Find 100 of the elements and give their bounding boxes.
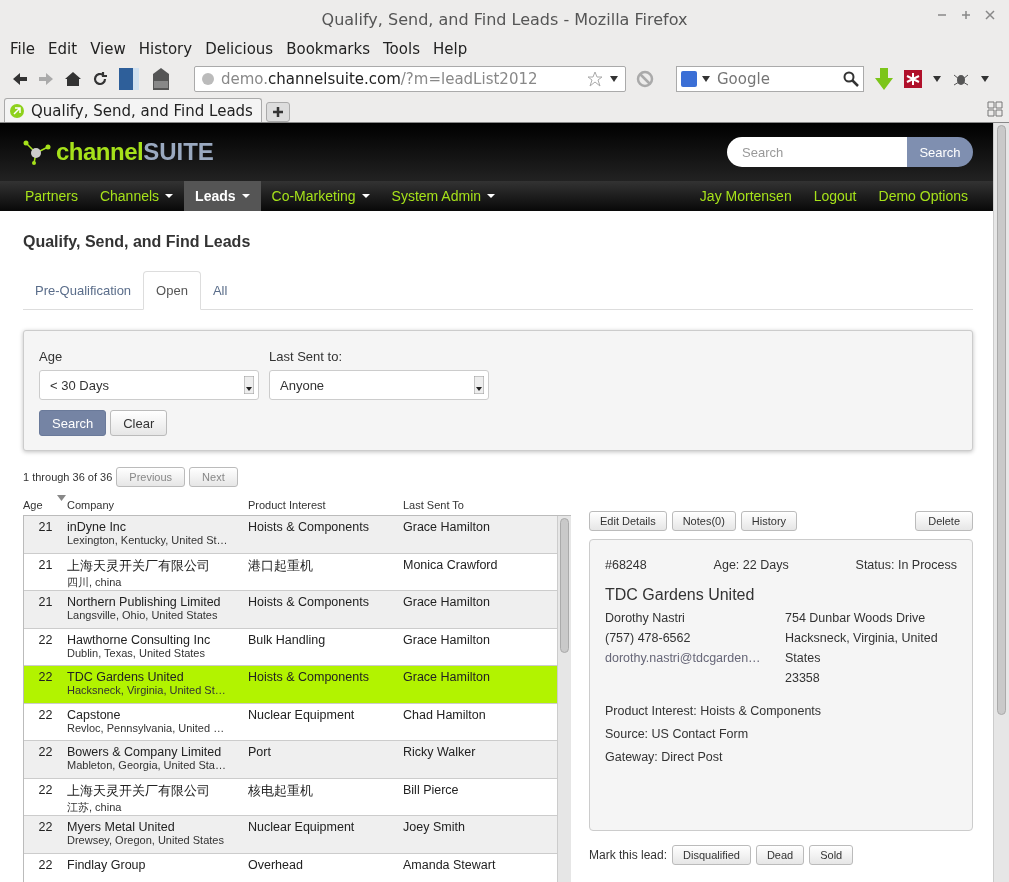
company-cell-text: Hawthorne Consulting Inc: [67, 632, 212, 647]
nav-link[interactable]: Channels: [88, 181, 185, 211]
product-cell-text: Bulk Handling: [248, 632, 327, 649]
address-text: 23358: [785, 670, 821, 687]
url-text: demo.channelsuite.com/?m=leadList2012: [221, 70, 539, 88]
menu-item[interactable]: Help: [432, 40, 468, 58]
menu-item[interactable]: History: [138, 40, 193, 58]
company-cell-text: Northern Publishing Limited: [67, 595, 222, 609]
company-cell-text: TDC Gardens United: [67, 670, 185, 684]
tab-groups-icon[interactable]: [987, 101, 1003, 117]
tab[interactable]: Pre-Qualification: [23, 271, 144, 309]
menu-item[interactable]: View: [90, 40, 126, 58]
lead-fact: Product Interest: Hoists & Components: [605, 703, 823, 720]
browser-tab[interactable]: Qualify, Send, and Find Leads: [4, 98, 262, 122]
lead-row[interactable]: 22 Myers Metal United Drewsey, Oregon, United States Nuclear Equipment Joey Smith: [24, 816, 557, 854]
location-text: Hacksneck, Virginia, United St…: [67, 684, 227, 696]
product-cell-text: 核电起重机: [248, 782, 314, 800]
product-cell-text: Port: [248, 745, 272, 761]
location-text: Drewsey, Oregon, United States: [67, 834, 225, 846]
action-button[interactable]: Edit Details: [589, 511, 667, 531]
site-search-field[interactable]: Search: [727, 137, 907, 167]
close-icon[interactable]: [985, 10, 995, 20]
product-cell-text: Hoists & Components: [248, 520, 370, 536]
sort-arrow-icon[interactable]: [57, 495, 66, 501]
clear-button[interactable]: Clear: [110, 410, 168, 436]
mark-label: Mark this lead:: [589, 848, 668, 862]
location-text: Mableton, Georgia, United Sta…: [67, 759, 227, 771]
dropdown-arrow-icon: [244, 376, 254, 394]
company-cell-text: Myers Metal United: [67, 820, 176, 834]
tab[interactable]: All: [200, 271, 240, 309]
dropdown-caret-icon[interactable]: [980, 75, 990, 83]
column-header[interactable]: Last Sent To: [403, 499, 571, 511]
molecule-logo-icon[interactable]: [22, 139, 52, 165]
product-cell-text: 港口起重机: [248, 557, 314, 575]
lead-row[interactable]: 21 Northern Publishing Limited Langsville, Ohio, United States Hoists & Components Grace Hamilton: [24, 591, 557, 629]
home-icon[interactable]: [64, 71, 82, 87]
star-icon[interactable]: [587, 71, 603, 87]
lead-row[interactable]: 22 TDC Gardens United Hacksneck, Virginia, United St… Hoists & Components Grace Hamilton: [24, 666, 557, 704]
company-cell-text: 上海天灵开关厂有限公司: [67, 782, 211, 800]
action-button[interactable]: Notes(0): [671, 511, 736, 531]
mark-button[interactable]: Disqualified: [672, 845, 751, 865]
menu-item[interactable]: Tools: [383, 40, 420, 58]
scrollbar-thumb[interactable]: [997, 125, 1006, 715]
search-bar[interactable]: Google: [676, 66, 864, 92]
dropdown-field[interactable]: < 30 Days: [39, 370, 259, 400]
lead-status: Status: In Process: [855, 558, 957, 572]
site-logo-text: channelSUITE: [56, 138, 214, 166]
email-link[interactable]: dorothy.nastri@tdcgarden…: [605, 648, 785, 668]
sent-to-cell-text: Amanda Stewart: [403, 857, 497, 874]
column-header[interactable]: Company: [67, 499, 248, 511]
dropdown-arrow-icon: [474, 376, 484, 394]
column-header[interactable]: Product Interest: [248, 499, 403, 511]
age-cell-text: 22: [37, 670, 54, 686]
maximize-icon[interactable]: [961, 10, 971, 20]
tab[interactable]: Open: [143, 271, 201, 310]
location-text: Lexington, Kentucky, United St…: [67, 534, 229, 546]
sent-to-cell-text: Joey Smith: [403, 820, 466, 836]
nav-link[interactable]: Leads: [184, 181, 261, 211]
delete-button[interactable]: Delete: [915, 511, 973, 531]
search-button[interactable]: Search: [39, 410, 107, 436]
nav-link[interactable]: Partners: [14, 181, 89, 211]
age-cell-text: 21: [37, 557, 54, 574]
action-button[interactable]: History: [740, 511, 798, 531]
address-field[interactable]: demo.channelsuite.com/?m=leadList2012: [194, 66, 626, 92]
menu-item[interactable]: File: [10, 40, 36, 58]
menu-item[interactable]: Delicious: [205, 40, 274, 58]
sent-to-cell-text: Bill Pierce: [403, 782, 460, 799]
scrollbar-thumb[interactable]: [560, 518, 569, 653]
column-header[interactable]: Age: [23, 499, 67, 511]
nav-link[interactable]: Co-Marketing: [260, 181, 381, 211]
sent-to-cell-text: Grace Hamilton: [403, 632, 491, 649]
location-text: Revloc, Pennsylvania, United …: [67, 721, 226, 734]
lead-row[interactable]: 21 inDyne Inc Lexington, Kentucky, United St… Hoists & Components Grace Hamilton: [24, 516, 557, 554]
menu-item[interactable]: Bookmarks: [286, 40, 370, 58]
dropdown-caret-icon[interactable]: [932, 75, 942, 83]
contact-text: Dorothy Nastri: [605, 610, 686, 627]
back-arrow-icon[interactable]: [12, 72, 28, 86]
bookmark-book-icon[interactable]: [118, 67, 140, 91]
window-title: Qualify, Send, and Find Leads - Mozilla Firefox: [321, 9, 688, 29]
nav-link[interactable]: System Admin: [380, 181, 507, 211]
field-label: Age: [39, 349, 64, 364]
lead-row[interactable]: 22 Bowers & Company Limited Mableton, Georgia, United Sta… Port Ricky Walker: [24, 741, 557, 779]
new-tab-button[interactable]: [265, 102, 290, 122]
dropdown-field[interactable]: Anyone: [269, 370, 489, 400]
nav-link[interactable]: Jay Mortensen: [688, 181, 803, 211]
nav-link[interactable]: Logout: [802, 181, 868, 211]
asterisk-icon[interactable]: [904, 70, 922, 88]
age-cell-text: 22: [37, 632, 54, 649]
nav-link[interactable]: Demo Options: [867, 181, 979, 211]
reload-icon[interactable]: [92, 71, 108, 87]
mark-button[interactable]: Sold: [809, 845, 854, 865]
product-cell-text: Hoists & Components: [248, 595, 370, 611]
age-cell-text: 22: [37, 707, 54, 724]
search-icon[interactable]: [843, 71, 859, 87]
dropdown-caret-icon[interactable]: [701, 75, 711, 83]
menu-item[interactable]: Edit: [48, 40, 78, 58]
field-label: Last Sent to:: [269, 349, 343, 364]
mark-button[interactable]: Dead: [755, 845, 805, 865]
company-cell-text: Findlay Group: [67, 857, 147, 872]
dropdown-caret-icon[interactable]: [609, 75, 619, 83]
